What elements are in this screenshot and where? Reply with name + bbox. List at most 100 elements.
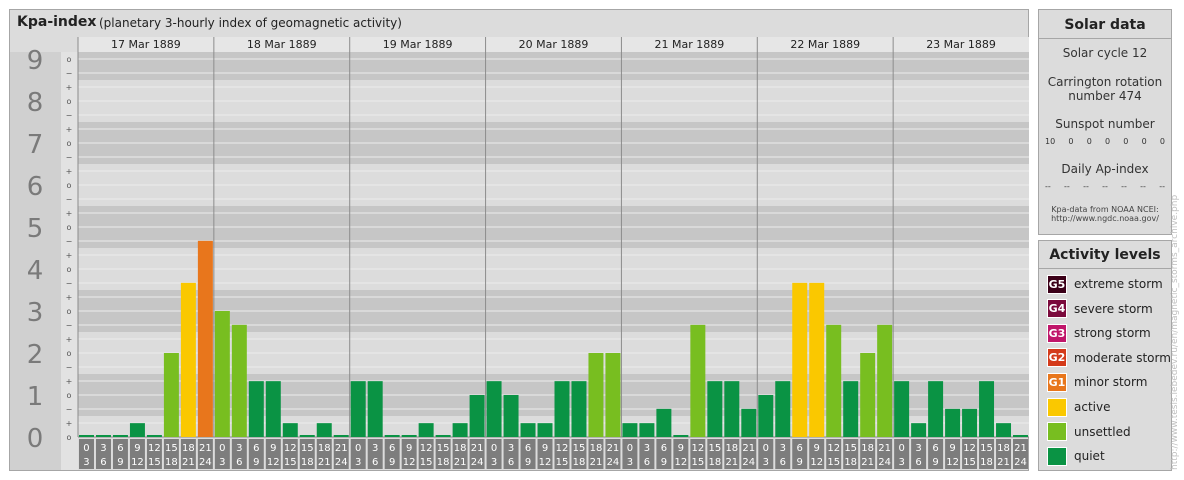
time-slot-end: 18 (980, 457, 993, 468)
kp-bar (418, 423, 434, 437)
time-slot-end: 6 (100, 457, 106, 468)
legend-label: unsettled (1074, 424, 1131, 439)
time-slot-end: 6 (372, 457, 378, 468)
y-tick-label: 6 (27, 172, 44, 202)
y-minor-mark: + (66, 251, 73, 260)
time-slot-end: 21 (590, 457, 603, 468)
time-slot-start: 3 (780, 443, 786, 454)
time-slot-end: 15 (691, 457, 704, 468)
kp-bar (299, 435, 315, 437)
legend-swatch: G1 (1047, 372, 1067, 392)
time-slot-start: 18 (590, 443, 603, 454)
time-slot-start: 15 (708, 443, 721, 454)
band-9 (78, 52, 1029, 80)
time-slot-start: 12 (963, 443, 976, 454)
y-minor-mark: + (66, 377, 73, 386)
carrington-line1: Carrington rotation (1047, 75, 1163, 89)
y-tick-label: 1 (27, 382, 44, 412)
time-slot-end: 15 (284, 457, 297, 468)
time-slot-start: 6 (525, 443, 531, 454)
time-slot-start: 6 (661, 443, 667, 454)
time-slot-start: 21 (607, 443, 620, 454)
source-link[interactable]: http://www.ngdc.noaa.gov/ (1043, 214, 1167, 224)
time-slot-end: 9 (525, 457, 531, 468)
time-slot-end: 24 (607, 457, 620, 468)
time-slot-start: 0 (627, 443, 633, 454)
y-tick-label: 0 (27, 424, 44, 454)
time-slot-end: 12 (946, 457, 959, 468)
kp-bar (775, 381, 791, 437)
sunspot-values: 10 0 0 0 0 0 0 (1045, 137, 1165, 146)
kp-bar (129, 423, 145, 437)
ap-value: -- (1064, 182, 1070, 191)
activity-levels-title: Activity levels (1049, 247, 1161, 263)
time-slot-start: 9 (678, 443, 684, 454)
kp-bar (996, 423, 1012, 437)
time-slot-start: 15 (844, 443, 857, 454)
time-slot-start: 21 (335, 443, 348, 454)
time-slot-end: 12 (131, 457, 144, 468)
y-tick-label: 5 (27, 214, 44, 244)
kp-bar (707, 381, 723, 437)
kp-bar (197, 240, 213, 437)
time-slot-start: 6 (932, 443, 938, 454)
date-label: 17 Mar 1889 (111, 38, 181, 51)
ap-index-values: -- -- -- -- -- -- -- (1045, 182, 1165, 191)
time-slot-end: 24 (742, 457, 755, 468)
y-minor-mark: − (66, 321, 73, 330)
time-slot-end: 24 (335, 457, 348, 468)
time-slot-end: 24 (199, 457, 212, 468)
time-slot-start: 6 (797, 443, 803, 454)
watermark: http://www.tesis.lebedev.ru/en/magnetic_… (1170, 194, 1180, 470)
solar-data-divider (1039, 38, 1171, 39)
kp-bar (350, 381, 366, 437)
kp-bar (180, 282, 196, 437)
time-slot-end: 3 (491, 457, 497, 468)
kp-bar (537, 423, 553, 437)
kp-bar (248, 381, 264, 437)
date-label: 22 Mar 1889 (790, 38, 860, 51)
time-slot-end: 24 (878, 457, 891, 468)
time-slot-end: 12 (674, 457, 687, 468)
y-minor-mark: − (66, 405, 73, 414)
time-slot-end: 15 (827, 457, 840, 468)
time-slot-start: 18 (861, 443, 874, 454)
kp-bar (1013, 435, 1028, 437)
time-slot-end: 9 (661, 457, 667, 468)
time-slot-start: 15 (301, 443, 314, 454)
time-slot-end: 12 (403, 457, 416, 468)
y-minor-mark: o (67, 349, 72, 358)
y-minor-mark: + (66, 335, 73, 344)
ap-value: -- (1083, 182, 1089, 191)
legend-swatch: G5 (1047, 274, 1067, 294)
time-slot-start: 12 (691, 443, 704, 454)
time-slot-start: 21 (1014, 443, 1027, 454)
legend-item: G1 minor storm (1047, 372, 1147, 392)
time-slot-end: 18 (437, 457, 450, 468)
kp-bar (316, 423, 332, 437)
time-slot-start: 21 (742, 443, 755, 454)
time-slot-end: 15 (420, 457, 433, 468)
y-tick-label: 4 (27, 256, 44, 286)
kp-bar (452, 423, 468, 437)
time-slot-start: 6 (253, 443, 259, 454)
time-slot-end: 9 (932, 457, 938, 468)
sunspot-value: 0 (1123, 137, 1129, 146)
time-slot-end: 3 (763, 457, 769, 468)
kp-bar (622, 423, 638, 437)
time-slot-end: 24 (471, 457, 484, 468)
y-minor-mark: o (67, 391, 72, 400)
date-label: 19 Mar 1889 (383, 38, 453, 51)
time-slot-end: 21 (997, 457, 1010, 468)
time-slot-start: 9 (134, 443, 140, 454)
time-slot-start: 0 (763, 443, 769, 454)
sunspot-label: Sunspot number (1055, 117, 1155, 131)
kp-bar (486, 381, 502, 437)
time-slot-start: 0 (491, 443, 497, 454)
kp-bar (588, 353, 604, 437)
time-slot-start: 0 (83, 443, 89, 454)
time-slot-end: 6 (644, 457, 650, 468)
kp-bar (724, 381, 740, 437)
y-minor-mark: − (66, 195, 73, 204)
y-minor-mark: − (66, 69, 73, 78)
